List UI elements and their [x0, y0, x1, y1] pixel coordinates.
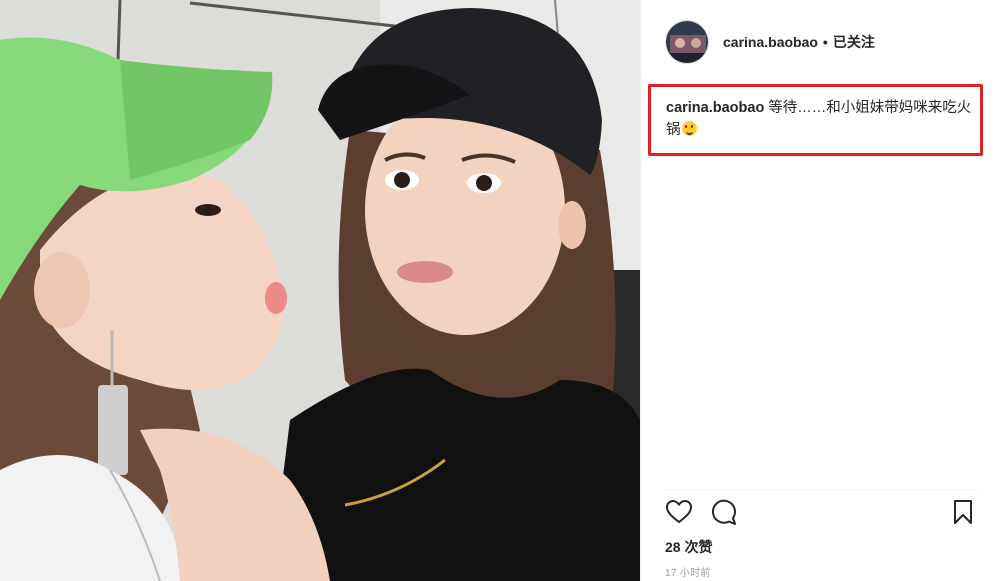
like-count[interactable]: 28 次赞: [665, 537, 712, 557]
username-link[interactable]: carina.baobao: [723, 34, 818, 50]
divider: [665, 489, 977, 490]
following-button[interactable]: 已关注: [833, 32, 875, 52]
comment-bubble-icon[interactable]: [709, 498, 737, 526]
selfie-image: [0, 0, 640, 581]
header-text: carina.baobao • 已关注: [723, 32, 875, 52]
caption: carina.baobao 等待……和小姐妹带妈咪来吃火锅: [666, 97, 976, 141]
avatar[interactable]: [665, 20, 709, 64]
post-timestamp[interactable]: 17 小时前: [665, 564, 711, 579]
separator-dot: •: [822, 34, 828, 50]
heart-outline-icon[interactable]: [665, 498, 693, 526]
post-sidebar: carina.baobao • 已关注 carina.baobao 等待……和小姐…: [640, 0, 1000, 581]
post-photo[interactable]: [0, 0, 640, 581]
post-header: carina.baobao • 已关注: [641, 0, 1000, 84]
caption-username[interactable]: carina.baobao: [666, 100, 764, 116]
yum-face-emoji-icon: [681, 121, 697, 136]
bookmark-icon[interactable]: [949, 498, 977, 526]
instagram-post: carina.baobao • 已关注 carina.baobao 等待……和小姐…: [0, 0, 1000, 581]
action-bar: [665, 498, 979, 530]
